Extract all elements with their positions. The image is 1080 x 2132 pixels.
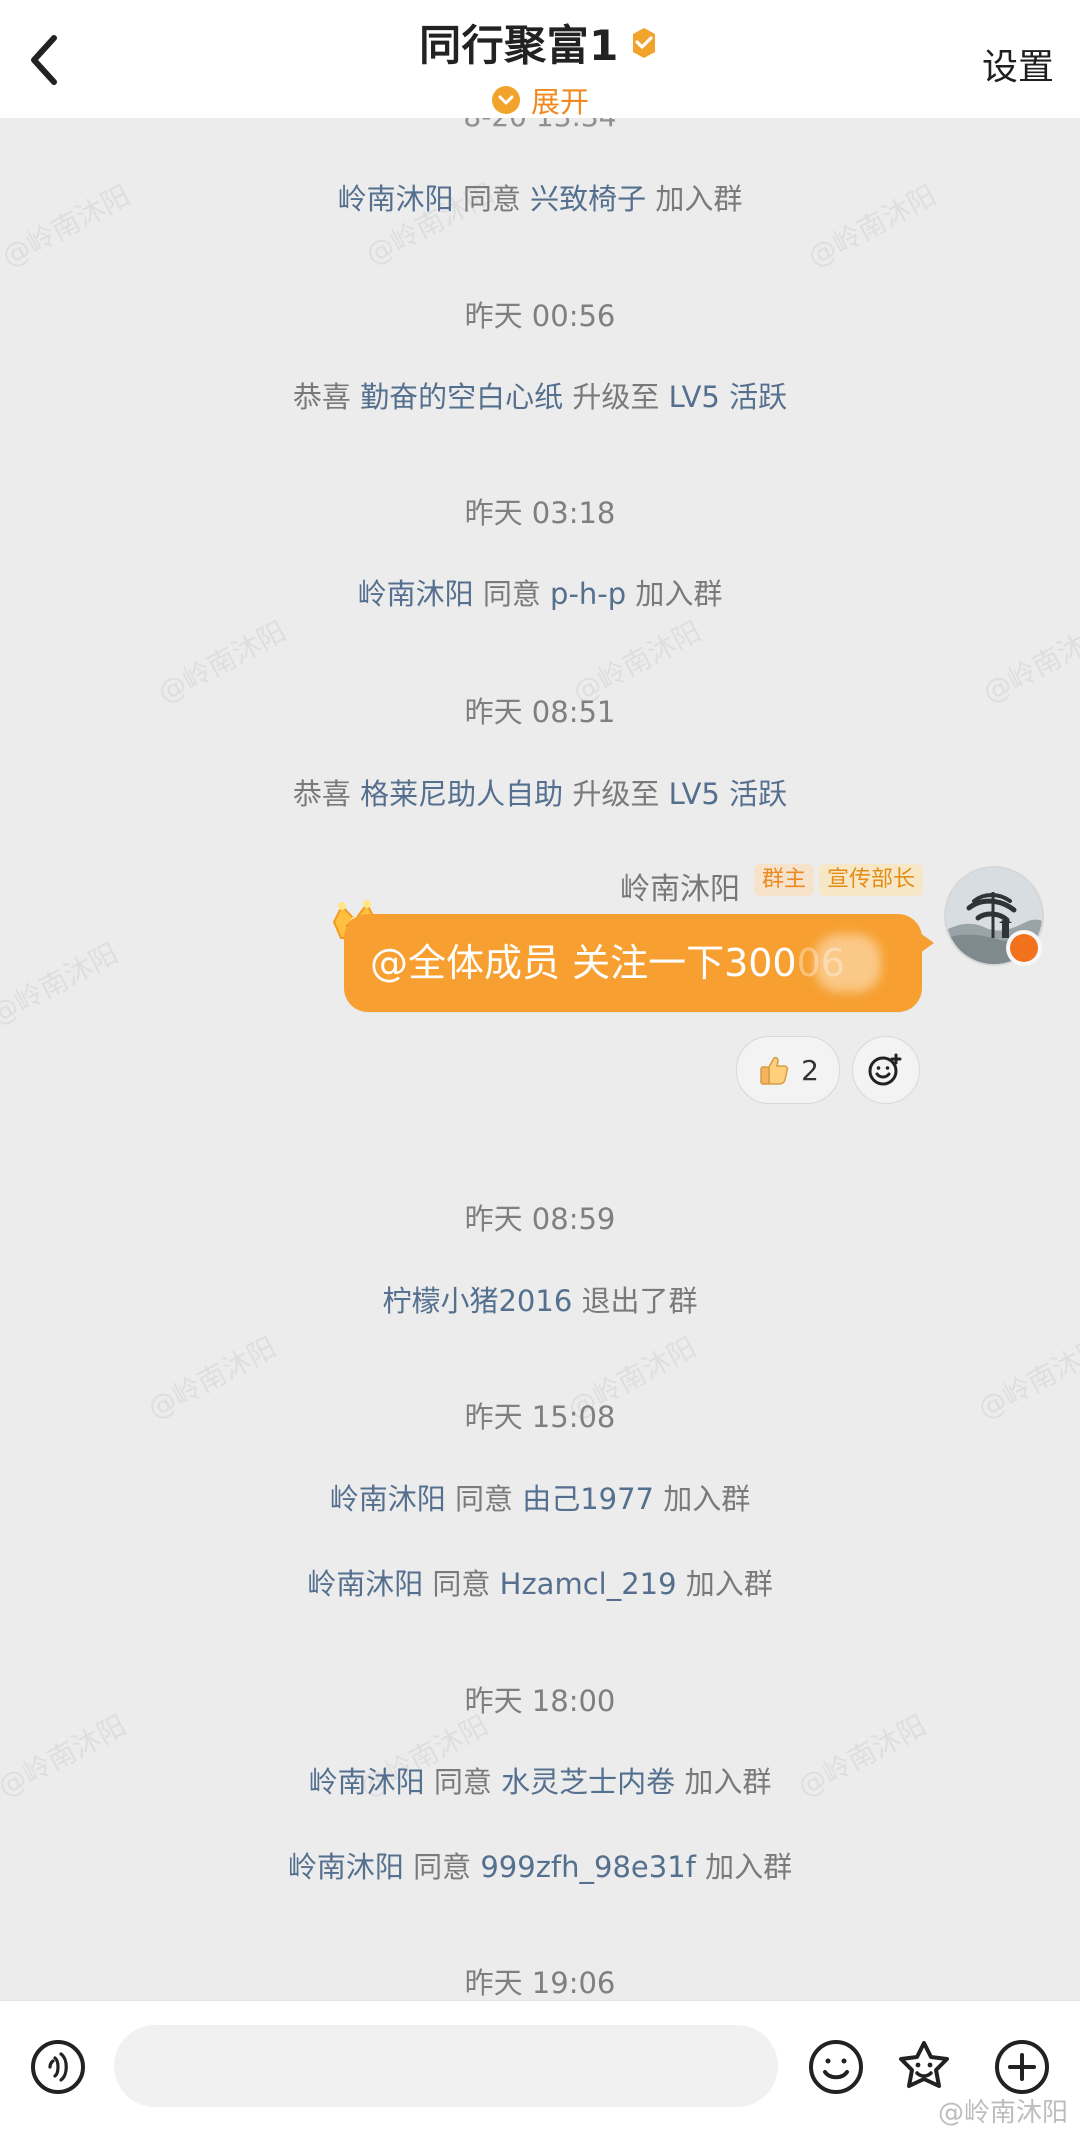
- event-verb: 同意: [413, 1850, 472, 1884]
- event-verb: 同意: [433, 1765, 492, 1799]
- event-subject[interactable]: 999zfh_98e31f: [480, 1850, 696, 1884]
- event-actor[interactable]: 岭南沐阳: [307, 1567, 423, 1601]
- verified-badge-icon: [632, 27, 655, 58]
- event-level[interactable]: LV5 活跃: [669, 380, 787, 414]
- timestamp: 昨天 18:00: [464, 1684, 616, 1718]
- event-tail: 加入群: [684, 1765, 772, 1799]
- timestamp: 昨天 19:06: [464, 1966, 616, 2000]
- expand-toggle[interactable]: 展开: [491, 79, 589, 121]
- event-level[interactable]: LV5 活跃: [669, 777, 787, 811]
- system-event: 岭南沐阳 同意 由己1977 加入群: [0, 1476, 1080, 1518]
- chat-page: 同行聚富1 展开 设置 @岭南沐阳 @岭南沐阳 @岭南沐阳 @岭南沐阳 @岭南沐…: [0, 0, 1080, 2132]
- event-action: 升级至: [572, 777, 660, 811]
- event-tail: 加入群: [635, 577, 723, 611]
- event-actor[interactable]: 岭南沐阳: [288, 1850, 404, 1884]
- event-verb: 同意: [462, 182, 521, 216]
- plus-button[interactable]: [992, 2037, 1052, 2097]
- system-event: 岭南沐阳 同意 水灵芝士内卷 加入群: [0, 1759, 1080, 1801]
- system-event: 岭南沐阳 同意 兴致椅子 加入群: [0, 176, 1080, 218]
- header-bar: 同行聚富1 展开 设置: [0, 0, 1080, 121]
- composer-bar: @岭南沐阳: [0, 2000, 1080, 2132]
- event-prefix: 恭喜: [292, 380, 351, 414]
- event-actor[interactable]: 岭南沐阳: [330, 1482, 446, 1516]
- event-tail: 加入群: [655, 182, 743, 216]
- sticker-button[interactable]: [894, 2037, 954, 2097]
- event-subject[interactable]: Hzamcl_219: [500, 1567, 677, 1601]
- owner-badge: 群主: [754, 864, 815, 896]
- system-event: 恭喜 勤奋的空白心纸 升级至 LV5 活跃: [0, 374, 1080, 416]
- event-tail: 加入群: [685, 1567, 773, 1601]
- system-event: 恭喜 格莱尼助人自助 升级至 LV5 活跃: [0, 771, 1080, 813]
- event-action: 退出了群: [581, 1284, 698, 1318]
- watermark-text: @岭南沐阳: [0, 936, 124, 1032]
- event-actor[interactable]: 岭南沐阳: [358, 577, 474, 611]
- star-face-icon: [899, 2041, 949, 2088]
- reaction-pill[interactable]: 2: [736, 1036, 840, 1104]
- event-tail: 加入群: [705, 1850, 793, 1884]
- reaction-count: 2: [801, 1053, 819, 1087]
- system-event: 岭南沐阳 同意 p-h-p 加入群: [0, 571, 1080, 613]
- event-subject[interactable]: 水灵芝士内卷: [501, 1765, 675, 1799]
- system-event: 柠檬小猪2016 退出了群: [0, 1278, 1080, 1320]
- system-event: 岭南沐阳 同意 Hzamcl_219 加入群: [0, 1561, 1080, 1603]
- system-event: 岭南沐阳 同意 999zfh_98e31f 加入群: [0, 1844, 1080, 1886]
- settings-button[interactable]: 设置: [982, 38, 1054, 90]
- department-badge: 宣传部长: [819, 864, 924, 896]
- timestamp: 昨天 03:18: [464, 496, 616, 530]
- timestamp: 昨天 08:59: [464, 1202, 616, 1236]
- event-actor[interactable]: 岭南沐阳: [338, 182, 454, 216]
- verified-dot-icon: [1010, 934, 1038, 962]
- plus-circle-icon: [995, 2040, 1049, 2094]
- event-subject[interactable]: 由己1977: [522, 1482, 654, 1516]
- event-prefix: 恭喜: [292, 777, 351, 811]
- event-user[interactable]: 勤奋的空白心纸: [360, 380, 563, 414]
- verified-dot: [1006, 930, 1042, 966]
- event-verb: 同意: [454, 1482, 513, 1516]
- event-subject[interactable]: 兴致椅子: [530, 182, 646, 216]
- event-verb: 同意: [432, 1567, 491, 1601]
- event-verb: 同意: [482, 577, 541, 611]
- chevron-down-circle-icon: [491, 86, 520, 114]
- timestamp: 昨天 08:51: [464, 695, 616, 729]
- event-action: 升级至: [572, 380, 660, 414]
- chat-history[interactable]: @岭南沐阳 @岭南沐阳 @岭南沐阳 @岭南沐阳 @岭南沐阳 @岭南沐阳 @岭南沐…: [0, 118, 1080, 2000]
- timestamp: 昨天 15:08: [464, 1400, 616, 1434]
- voice-button[interactable]: [28, 2037, 88, 2097]
- message-text: @全体成员 关注一下300: [370, 941, 797, 985]
- add-emoji-icon: [868, 1053, 902, 1086]
- footer-watermark: @岭南沐阳: [937, 2098, 1068, 2128]
- event-subject[interactable]: p-h-p: [550, 577, 626, 611]
- emoji-button[interactable]: [806, 2037, 866, 2097]
- event-user[interactable]: 格莱尼助人自助: [360, 777, 563, 811]
- thumbs-up-icon: [760, 1056, 789, 1085]
- timestamp: 昨天 00:56: [464, 299, 616, 333]
- expand-label: 展开: [530, 85, 589, 119]
- event-actor[interactable]: 岭南沐阳: [309, 1765, 425, 1799]
- sender-name[interactable]: 岭南沐阳: [620, 864, 740, 908]
- group-title-line: 同行聚富1: [419, 12, 661, 73]
- voice-icon: [31, 2040, 85, 2094]
- event-tail: 加入群: [663, 1482, 751, 1516]
- blurred-number-mask: [815, 934, 881, 992]
- add-reaction-button[interactable]: [852, 1036, 920, 1104]
- bubble-tail: [916, 930, 934, 956]
- message-input[interactable]: [114, 2025, 778, 2107]
- event-user[interactable]: 柠檬小猪2016: [382, 1284, 572, 1318]
- smile-icon: [809, 2040, 863, 2094]
- group-title: 同行聚富1: [419, 21, 619, 70]
- message-header: 岭南沐阳 群主 宣传部长: [0, 864, 1080, 907]
- header-title-wrap: 同行聚富1 展开: [0, 12, 1080, 121]
